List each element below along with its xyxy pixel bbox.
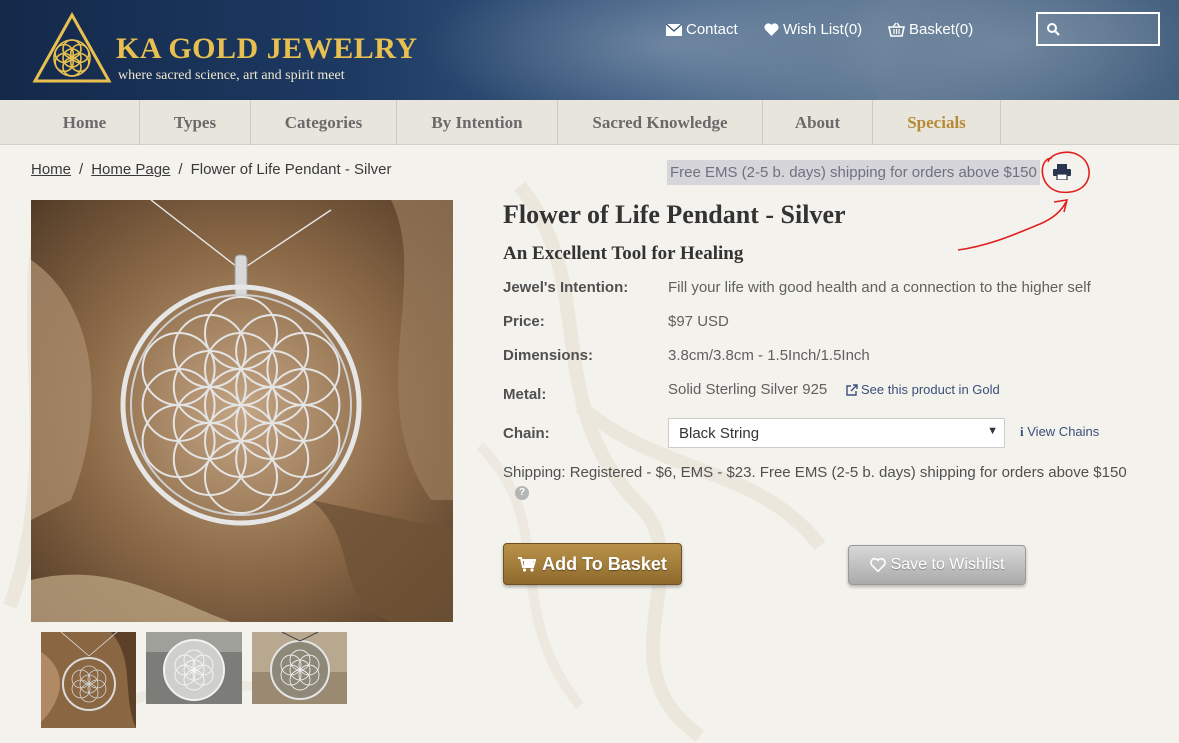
main-nav: Home Types Categories By Intention Sacre… xyxy=(0,100,1179,145)
breadcrumb-separator: / xyxy=(79,161,84,178)
logo-icon[interactable] xyxy=(32,12,112,84)
intention-value: Fill your life with good health and a co… xyxy=(668,279,1091,296)
cart-icon xyxy=(518,556,537,572)
gold-version-link[interactable]: See this product in Gold xyxy=(846,382,1000,397)
site-header: KA GOLD JEWELRY where sacred science, ar… xyxy=(0,0,1179,100)
heart-icon xyxy=(869,558,886,572)
price-value: $97 USD xyxy=(668,313,729,330)
search-input[interactable] xyxy=(1068,18,1156,40)
contact-label: Contact xyxy=(686,21,738,38)
price-label: Price: xyxy=(503,313,545,330)
gold-link-label: See this product in Gold xyxy=(861,382,1000,397)
brand-tagline: where sacred science, art and spirit mee… xyxy=(118,68,345,83)
nav-item-categories[interactable]: Categories xyxy=(251,100,397,145)
product-thumbnail[interactable] xyxy=(41,632,136,728)
chain-label: Chain: xyxy=(503,425,550,442)
brand-title[interactable]: KA GOLD JEWELRY xyxy=(116,32,418,66)
nav-item-by-intention[interactable]: By Intention xyxy=(397,100,558,145)
add-to-basket-label: Add To Basket xyxy=(542,553,667,574)
add-to-basket-button[interactable]: Add To Basket xyxy=(503,543,682,585)
print-icon[interactable] xyxy=(1053,164,1071,180)
dimensions-value: 3.8cm/3.8cm - 1.5Inch/1.5Inch xyxy=(668,347,870,364)
product-subtitle: An Excellent Tool for Healing xyxy=(503,243,744,264)
chain-selected-value: Black String xyxy=(679,425,760,442)
basket-label: Basket(0) xyxy=(909,21,974,38)
breadcrumb-home-page[interactable]: Home Page xyxy=(91,161,170,178)
search-box[interactable] xyxy=(1036,12,1160,46)
product-thumbnail[interactable] xyxy=(146,632,242,704)
shipping-banner: Free EMS (2-5 b. days) shipping for orde… xyxy=(667,160,1040,185)
basket-icon xyxy=(888,22,905,37)
save-to-wishlist-label: Save to Wishlist xyxy=(890,556,1005,573)
external-link-icon xyxy=(846,383,858,396)
view-chains-label: View Chains xyxy=(1027,424,1100,439)
search-icon[interactable] xyxy=(1047,23,1060,36)
view-chains-link[interactable]: i View Chains xyxy=(1020,424,1099,440)
envelope-icon xyxy=(666,23,682,36)
metal-value: Solid Sterling Silver 925 xyxy=(668,381,828,398)
chevron-down-icon: ▼ xyxy=(987,425,998,437)
nav-item-types[interactable]: Types xyxy=(140,100,251,145)
chain-select[interactable]: Black String ▼ xyxy=(668,418,1005,448)
nav-item-specials[interactable]: Specials xyxy=(873,100,1001,145)
heart-icon xyxy=(764,23,779,36)
product-title: Flower of Life Pendant - Silver xyxy=(503,200,846,229)
intention-label: Jewel's Intention: xyxy=(503,279,629,296)
nav-item-home[interactable]: Home xyxy=(30,100,140,145)
nav-item-sacred-knowledge[interactable]: Sacred Knowledge xyxy=(558,100,763,145)
basket-link[interactable]: Basket(0) xyxy=(888,21,973,38)
info-icon: i xyxy=(1020,424,1024,439)
wishlist-link[interactable]: Wish List(0) xyxy=(764,21,862,38)
contact-link[interactable]: Contact xyxy=(666,21,738,38)
wishlist-label: Wish List(0) xyxy=(783,21,863,38)
dimensions-label: Dimensions: xyxy=(503,347,594,364)
save-to-wishlist-button[interactable]: Save to Wishlist xyxy=(848,545,1026,585)
breadcrumb: Home / Home Page / Flower of Life Pendant - … xyxy=(31,161,392,178)
product-thumbnail[interactable] xyxy=(252,632,347,704)
breadcrumb-separator: / xyxy=(178,161,183,178)
shipping-info: Shipping: Registered - $6, EMS - $23. Fr… xyxy=(503,464,1127,481)
product-main-image[interactable] xyxy=(31,200,453,622)
breadcrumb-current: Flower of Life Pendant - Silver xyxy=(190,161,392,178)
breadcrumb-home[interactable]: Home xyxy=(31,161,71,178)
nav-item-about[interactable]: About xyxy=(763,100,873,145)
question-icon[interactable]: ? xyxy=(515,486,529,500)
metal-label: Metal: xyxy=(503,386,547,403)
